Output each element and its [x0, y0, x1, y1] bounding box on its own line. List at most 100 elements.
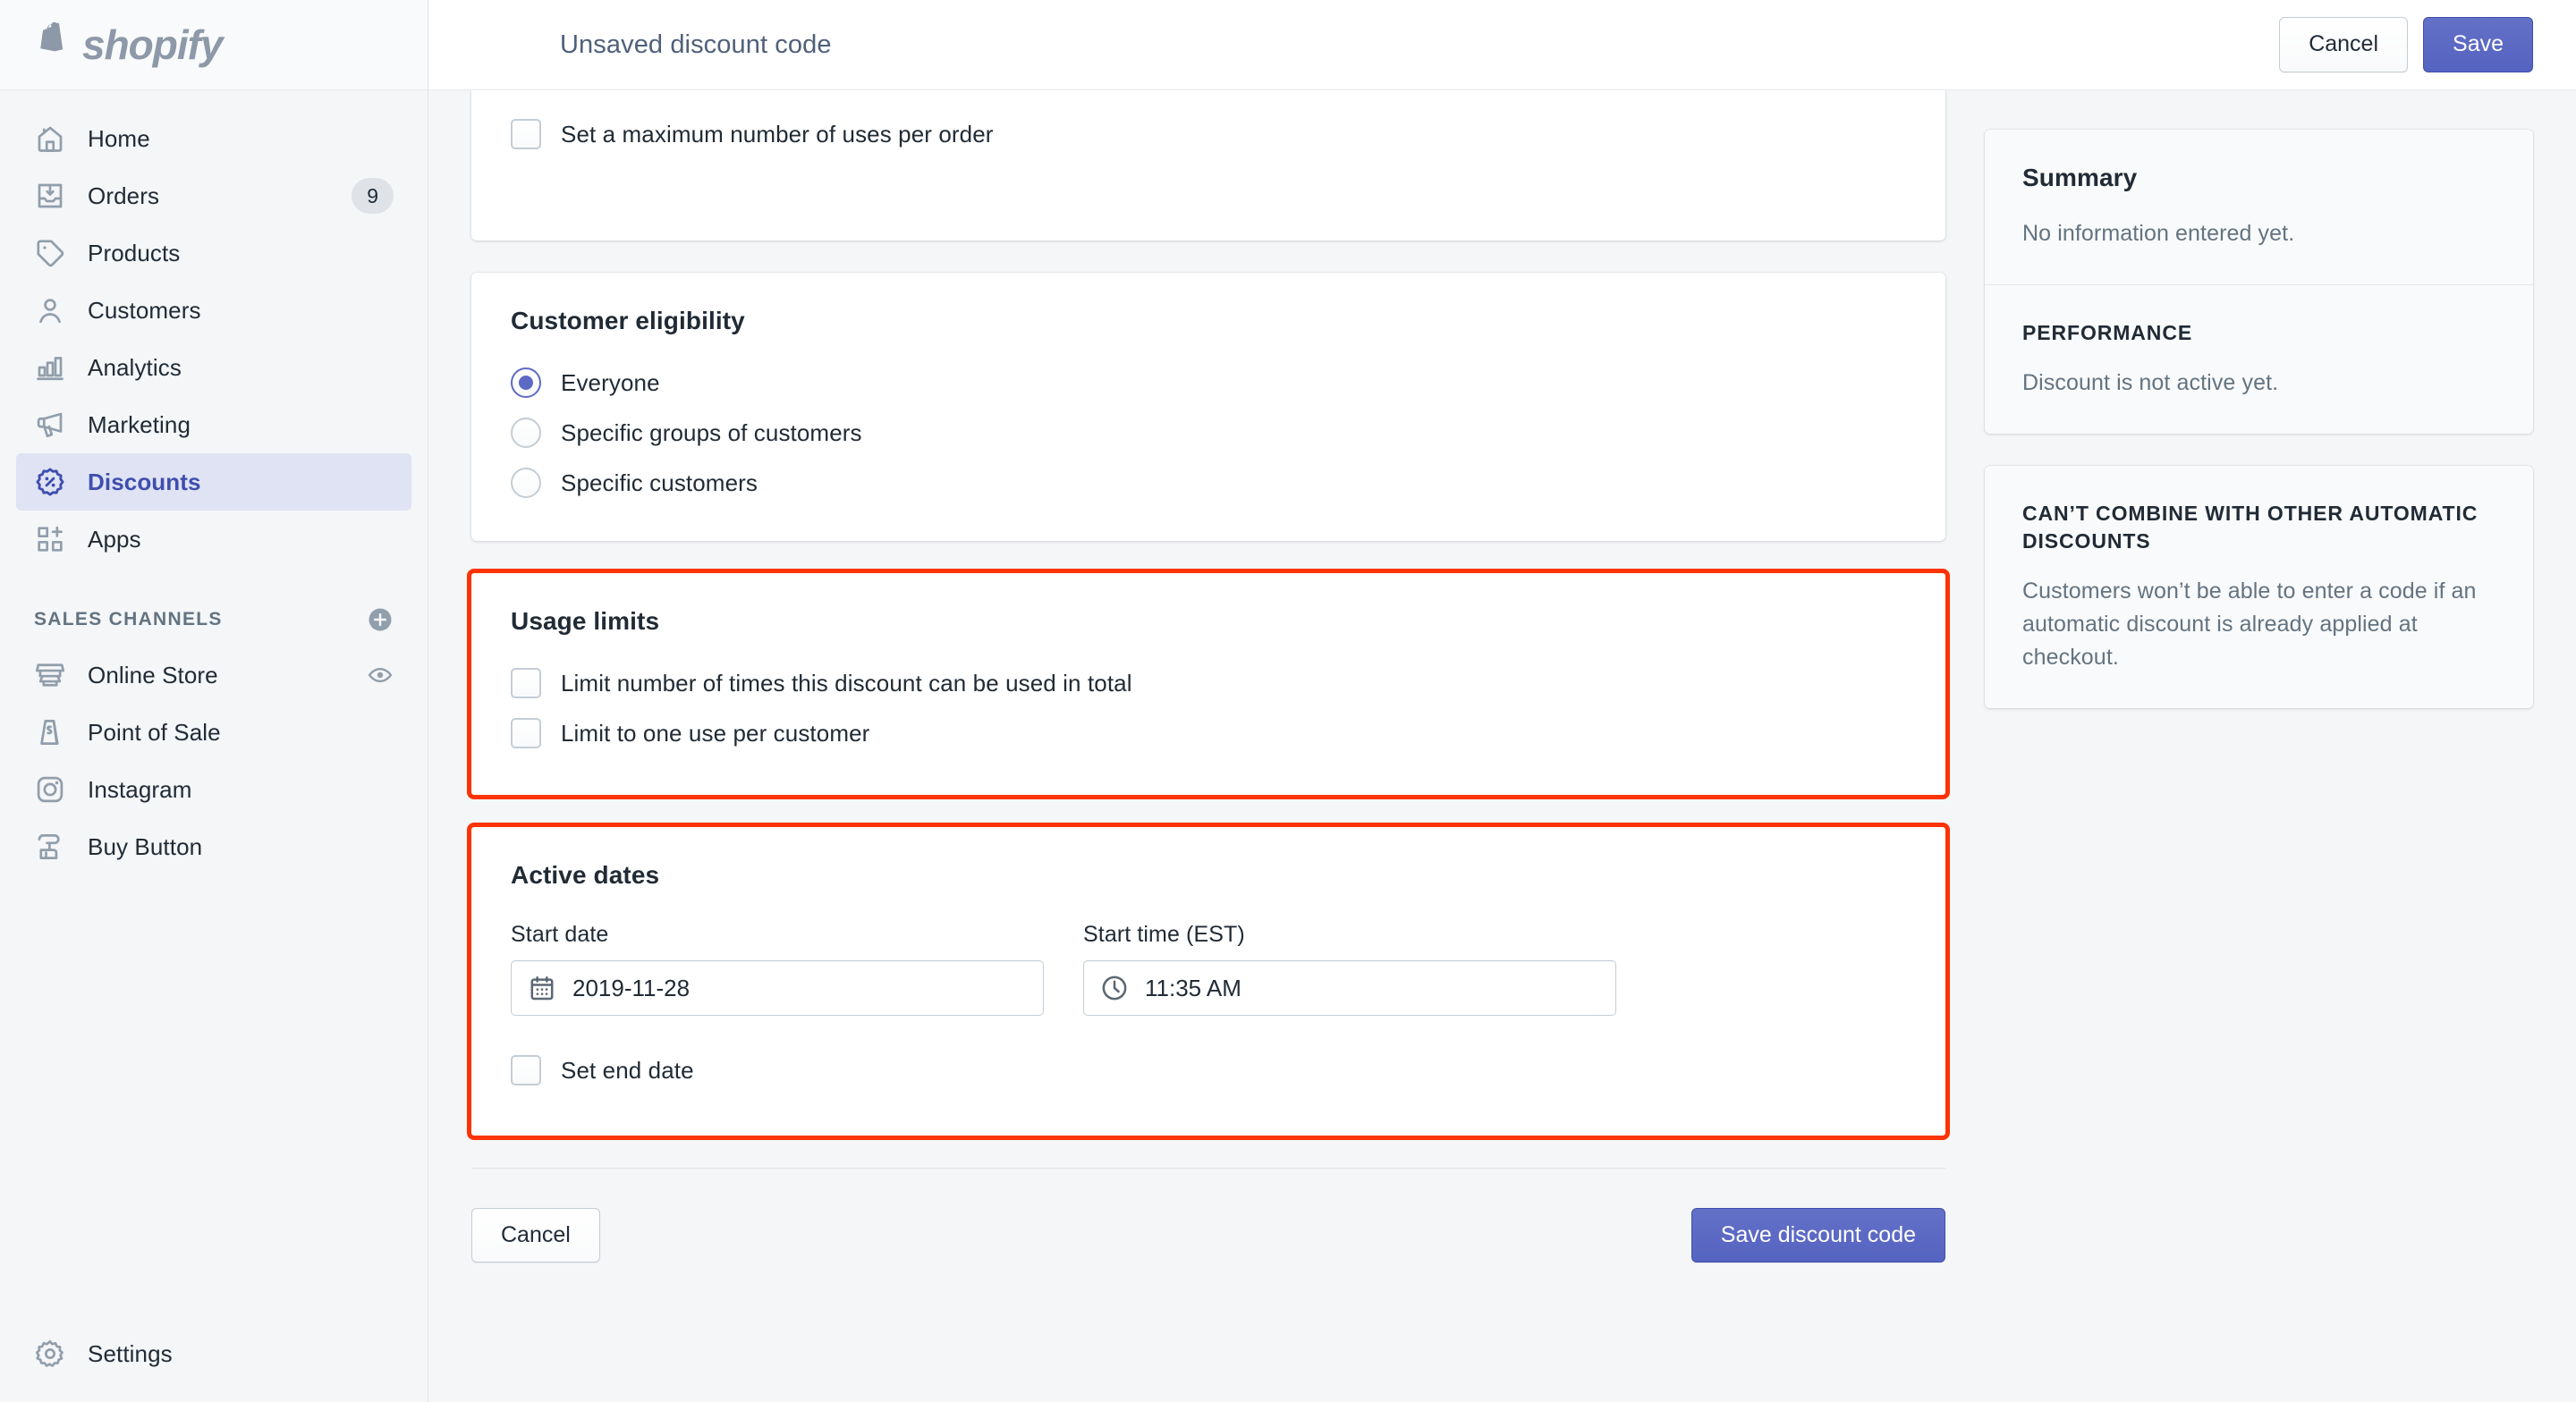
home-icon [34, 122, 66, 155]
sidebar-item-analytics[interactable]: Analytics [16, 339, 411, 396]
sidebar-item-online-store[interactable]: Online Store [16, 646, 411, 704]
analytics-bar-chart-icon [34, 351, 66, 384]
shopify-admin-window: shopify Home Orders 9 Products Customers… [0, 0, 2576, 1402]
footer-cancel-button[interactable]: Cancel [471, 1208, 600, 1263]
active-dates-title: Active dates [511, 861, 660, 889]
max-uses-per-order-row[interactable]: Set a maximum number of uses per order [511, 119, 1906, 149]
usage-limit-per-customer-checkbox[interactable] [511, 718, 541, 748]
set-end-date-checkbox[interactable] [511, 1055, 541, 1085]
usage-limit-total-row[interactable]: Limit number of times this discount can … [511, 668, 1906, 698]
apps-grid-plus-icon [34, 523, 66, 555]
content-scroll-region[interactable]: Set a maximum number of uses per order C… [428, 90, 2576, 1402]
summary-section: Summary No information entered yet. [1985, 130, 2533, 284]
sidebar-item-buy-button[interactable]: Buy Button [16, 818, 411, 875]
main-area: Unsaved discount code Cancel Save Set a … [428, 0, 2576, 1402]
eligibility-radio-everyone[interactable] [511, 367, 541, 398]
start-date-label: Start date [511, 922, 609, 947]
sidebar-item-label: Marketing [88, 410, 191, 438]
shopify-wordmark: shopify [82, 21, 224, 68]
eye-icon[interactable] [367, 662, 394, 688]
sidebar-item-home[interactable]: Home [16, 110, 411, 167]
point-of-sale-icon [34, 716, 66, 748]
sidebar-item-products[interactable]: Products [16, 224, 411, 282]
shopify-logo[interactable]: shopify [30, 21, 224, 69]
buy-button-icon [34, 831, 66, 863]
sidebar-item-label: Settings [88, 1339, 173, 1367]
sidebar-item-discounts[interactable]: Discounts [16, 453, 411, 511]
performance-section: PERFORMANCE Discount is not active yet. [1985, 284, 2533, 434]
sales-channels-header: SALES CHANNELS [16, 598, 411, 641]
eligibility-option-specific-groups[interactable]: Specific groups of customers [511, 418, 1906, 448]
topbar-save-button[interactable]: Save [2423, 17, 2533, 72]
start-date-input[interactable]: 2019-11-28 [511, 960, 1044, 1016]
summary-text: No information entered yet. [2022, 221, 2295, 246]
sidebar-item-label: Products [88, 239, 181, 266]
orders-inbox-icon [34, 180, 66, 212]
gear-icon [34, 1338, 66, 1370]
sidebar-sales-channels-nav: Online Store Point of Sale Instagram Buy… [0, 646, 428, 875]
sidebar-item-label: Instagram [88, 775, 192, 803]
primary-column: Set a maximum number of uses per order C… [467, 90, 1950, 1309]
usage-limit-label: Limit to one use per customer [561, 719, 870, 747]
sidebar-item-instagram[interactable]: Instagram [16, 761, 411, 818]
sidebar-item-label: Orders [88, 182, 160, 209]
sidebar-item-label: Point of Sale [88, 718, 221, 746]
instagram-icon [34, 773, 66, 806]
calendar-icon [528, 974, 556, 1002]
sidebar-footer: Settings [0, 1325, 428, 1402]
sidebar-item-apps[interactable]: Apps [16, 511, 411, 568]
sidebar-item-label: Home [88, 124, 150, 152]
usage-limits-card: Usage limits Limit number of times this … [467, 569, 1950, 799]
summary-card: Summary No information entered yet. PERF… [1985, 130, 2533, 435]
eligibility-radio-specific-groups[interactable] [511, 418, 541, 448]
start-date-field: Start date 2019-11-28 [511, 922, 1044, 1016]
online-store-icon [34, 659, 66, 691]
usage-limits-title: Usage limits [511, 607, 660, 635]
start-time-label: Start time (EST) [1083, 922, 1245, 947]
eligibility-label: Specific customers [561, 469, 758, 496]
cannot-combine-title: CAN’T COMBINE WITH OTHER AUTOMATIC DISCO… [2022, 502, 2479, 553]
topbar-cancel-button[interactable]: Cancel [2279, 17, 2409, 72]
eligibility-radio-specific-customers[interactable] [511, 468, 541, 498]
orders-count-badge: 9 [352, 177, 394, 215]
shopify-bag-icon [30, 22, 70, 67]
sidebar-logo-bar: shopify [0, 0, 428, 90]
sidebar: shopify Home Orders 9 Products Customers… [0, 0, 428, 1402]
sidebar-item-customers[interactable]: Customers [16, 282, 411, 339]
max-uses-per-order-checkbox[interactable] [511, 119, 541, 149]
eligibility-label: Everyone [561, 368, 660, 396]
sidebar-item-label: Online Store [88, 661, 218, 688]
active-dates-card: Active dates Start date 2019-11-28 Start… [467, 823, 1950, 1140]
sidebar-item-point-of-sale[interactable]: Point of Sale [16, 704, 411, 761]
sidebar-item-orders[interactable]: Orders 9 [16, 167, 411, 224]
set-end-date-row[interactable]: Set end date [511, 1055, 1906, 1085]
usage-limit-total-checkbox[interactable] [511, 668, 541, 698]
performance-text: Discount is not active yet. [2022, 370, 2279, 396]
sidebar-item-label: Discounts [88, 468, 201, 495]
sidebar-item-label: Buy Button [88, 832, 203, 860]
card-bottom-spacer [511, 169, 1906, 207]
start-time-input[interactable]: 11:35 AM [1083, 960, 1616, 1016]
eligibility-option-everyone[interactable]: Everyone [511, 367, 1906, 398]
product-tag-icon [34, 237, 66, 269]
plus-circle-icon[interactable] [367, 606, 394, 633]
page-title: Unsaved discount code [560, 30, 832, 59]
active-dates-fields: Start date 2019-11-28 Start time (EST) 1… [511, 922, 1906, 1016]
sidebar-item-settings[interactable]: Settings [16, 1325, 411, 1382]
sidebar-item-label: Apps [88, 525, 141, 553]
secondary-column: Summary No information entered yet. PERF… [1985, 90, 2533, 740]
content-columns: Set a maximum number of uses per order C… [467, 90, 2533, 1309]
discount-percent-badge-icon [34, 466, 66, 498]
customer-person-icon [34, 294, 66, 326]
eligibility-option-specific-customers[interactable]: Specific customers [511, 468, 1906, 498]
sidebar-primary-nav: Home Orders 9 Products Customers Analyti… [0, 90, 428, 568]
customer-eligibility-title: Customer eligibility [511, 307, 745, 334]
sidebar-item-marketing[interactable]: Marketing [16, 396, 411, 453]
sidebar-item-label: Customers [88, 296, 201, 324]
start-time-value: 11:35 AM [1145, 974, 1241, 1001]
usage-limit-per-customer-row[interactable]: Limit to one use per customer [511, 718, 1906, 748]
customer-eligibility-card: Customer eligibility Everyone Specific g… [471, 273, 1945, 541]
save-discount-code-button[interactable]: Save discount code [1690, 1208, 1945, 1263]
clock-icon [1100, 974, 1129, 1002]
